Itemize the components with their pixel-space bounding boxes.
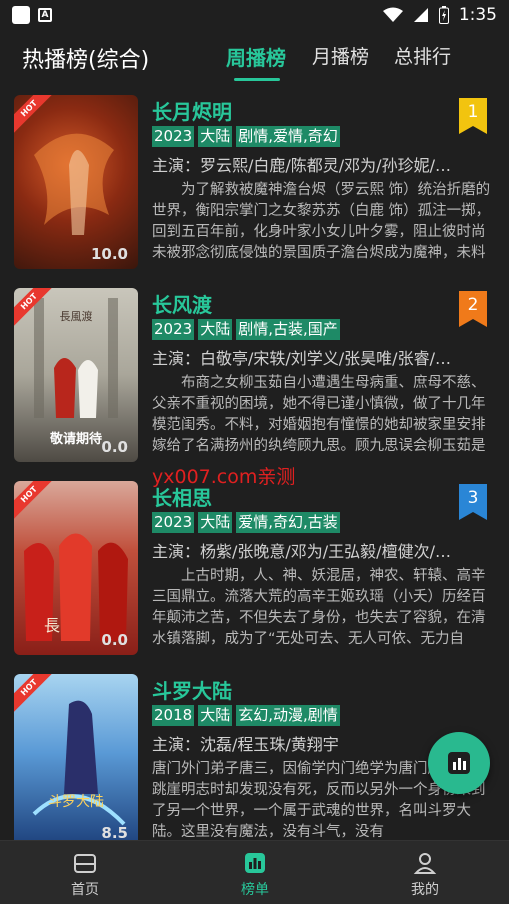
drama-title[interactable]: 长风渡 bbox=[152, 289, 212, 318]
description: 上古时期，人、神、妖混居，神农、轩辕、高辛三国鼎立。流落大荒的高辛王姬玖瑶（小夭… bbox=[152, 568, 486, 647]
chart-icon bbox=[448, 752, 470, 774]
tag-list: 2018 大陆 玄幻,动漫,剧情 bbox=[152, 705, 340, 726]
tag-genre: 剧情,古装,国产 bbox=[236, 319, 340, 340]
battery-icon bbox=[438, 6, 449, 24]
drama-title[interactable]: 长月烬明 bbox=[152, 96, 232, 125]
tag-year: 2023 bbox=[152, 126, 195, 147]
description: 布商之女柳玉茹自小遭遇生母病重、庶母不慈、父亲不重视的困境，她不得已谨小慎微，做… bbox=[152, 375, 486, 454]
page-title: 热播榜(综合) bbox=[22, 48, 150, 73]
score: 8.5 bbox=[101, 824, 128, 840]
tag-region: 大陆 bbox=[198, 512, 233, 533]
tab-monthly[interactable]: 月播榜 bbox=[312, 42, 369, 69]
chart-icon bbox=[245, 853, 265, 873]
cast-line: 主演：白敬亭/宋轶/刘学义/张昊唯/张睿/… bbox=[152, 349, 451, 368]
tag-genre: 爱情,奇幻,古装 bbox=[236, 512, 340, 533]
tab-weekly[interactable]: 周播榜 bbox=[226, 42, 286, 71]
score: 0.0 bbox=[101, 438, 128, 456]
svg-text:長風渡: 長風渡 bbox=[60, 309, 93, 323]
nav-ranking[interactable]: 榜单 bbox=[170, 841, 340, 904]
drama-title[interactable]: 斗罗大陆 bbox=[152, 675, 232, 704]
poster-image[interactable]: 長風渡 敬请期待 HOT 0.0 bbox=[14, 288, 138, 462]
tag-year: 2023 bbox=[152, 319, 195, 340]
rank-badge: 3 bbox=[459, 484, 487, 520]
tag-list: 2023 大陆 剧情,爱情,奇幻 bbox=[152, 126, 340, 147]
cast-line: 主演：罗云熙/白鹿/陈都灵/邓为/孙珍妮/… bbox=[152, 156, 451, 175]
signal-icon bbox=[413, 8, 428, 22]
home-icon bbox=[74, 854, 96, 873]
nav-profile[interactable]: 我的 bbox=[340, 841, 509, 904]
user-icon bbox=[413, 853, 437, 874]
tag-genre: 剧情,爱情,奇幻 bbox=[236, 126, 340, 147]
ranking-fab-button[interactable] bbox=[428, 732, 490, 794]
drama-title[interactable]: 长相思 bbox=[152, 482, 212, 511]
list-item[interactable]: 長風渡 敬请期待 HOT 0.0 长风渡 2023 大陆 剧情,古装,国产 主演… bbox=[0, 285, 509, 462]
poster-image[interactable]: 長 HOT 0.0 bbox=[14, 481, 138, 655]
list-item[interactable]: 長 HOT 0.0 长相思 2023 大陆 爱情,奇幻,古装 主演：杨紫/张晚意… bbox=[0, 478, 509, 655]
wifi-icon bbox=[382, 7, 403, 22]
bottom-nav: 首页 榜单 我的 bbox=[0, 840, 509, 904]
cast-line: 主演：杨紫/张晚意/邓为/王弘毅/檀健次/… bbox=[152, 542, 451, 561]
hot-ribbon: HOT bbox=[14, 674, 54, 714]
svg-text:斗罗大陆: 斗罗大陆 bbox=[48, 794, 104, 810]
app-notification-icon: A bbox=[38, 8, 52, 22]
tag-region: 大陆 bbox=[198, 705, 233, 726]
score: 0.0 bbox=[101, 631, 128, 649]
nav-label: 榜单 bbox=[241, 882, 269, 898]
nav-label: 首页 bbox=[71, 882, 99, 898]
nav-label: 我的 bbox=[411, 882, 439, 898]
svg-text:長: 長 bbox=[44, 616, 60, 635]
tab-indicator bbox=[234, 78, 280, 81]
list-item[interactable]: HOT 10.0 长月烬明 2023 大陆 剧情,爱情,奇幻 主演：罗云熙/白鹿… bbox=[0, 92, 509, 269]
hot-ribbon: HOT bbox=[14, 95, 54, 135]
poster-image[interactable]: HOT 10.0 bbox=[14, 95, 138, 269]
tag-genre: 玄幻,动漫,剧情 bbox=[236, 705, 340, 726]
tag-year: 2023 bbox=[152, 512, 195, 533]
status-bar: A 1:35 bbox=[0, 0, 509, 30]
ranking-list[interactable]: HOT 10.0 长月烬明 2023 大陆 剧情,爱情,奇幻 主演：罗云熙/白鹿… bbox=[0, 92, 509, 840]
notification-icon bbox=[12, 6, 30, 24]
tab-overall[interactable]: 总排行 bbox=[394, 42, 451, 69]
rank-badge: 1 bbox=[459, 98, 487, 134]
nav-home[interactable]: 首页 bbox=[0, 841, 170, 904]
hot-ribbon: HOT bbox=[14, 288, 54, 328]
poster-image[interactable]: 斗罗大陆 HOT 8.5 bbox=[14, 674, 138, 840]
tag-list: 2023 大陆 剧情,古装,国产 bbox=[152, 319, 340, 340]
tag-region: 大陆 bbox=[198, 319, 233, 340]
tag-region: 大陆 bbox=[198, 126, 233, 147]
rank-badge: 2 bbox=[459, 291, 487, 327]
header: 热播榜(综合) 周播榜 月播榜 总排行 bbox=[0, 30, 509, 86]
hot-ribbon: HOT bbox=[14, 481, 54, 521]
tag-year: 2018 bbox=[152, 705, 195, 726]
description: 为了解救被魔神澹台烬（罗云熙 饰）统治折磨的世界，衡阳宗掌门之女黎苏苏（白鹿 饰… bbox=[152, 182, 491, 261]
score: 10.0 bbox=[90, 245, 128, 263]
tag-list: 2023 大陆 爱情,奇幻,古装 bbox=[152, 512, 340, 533]
clock: 1:35 bbox=[458, 5, 497, 25]
